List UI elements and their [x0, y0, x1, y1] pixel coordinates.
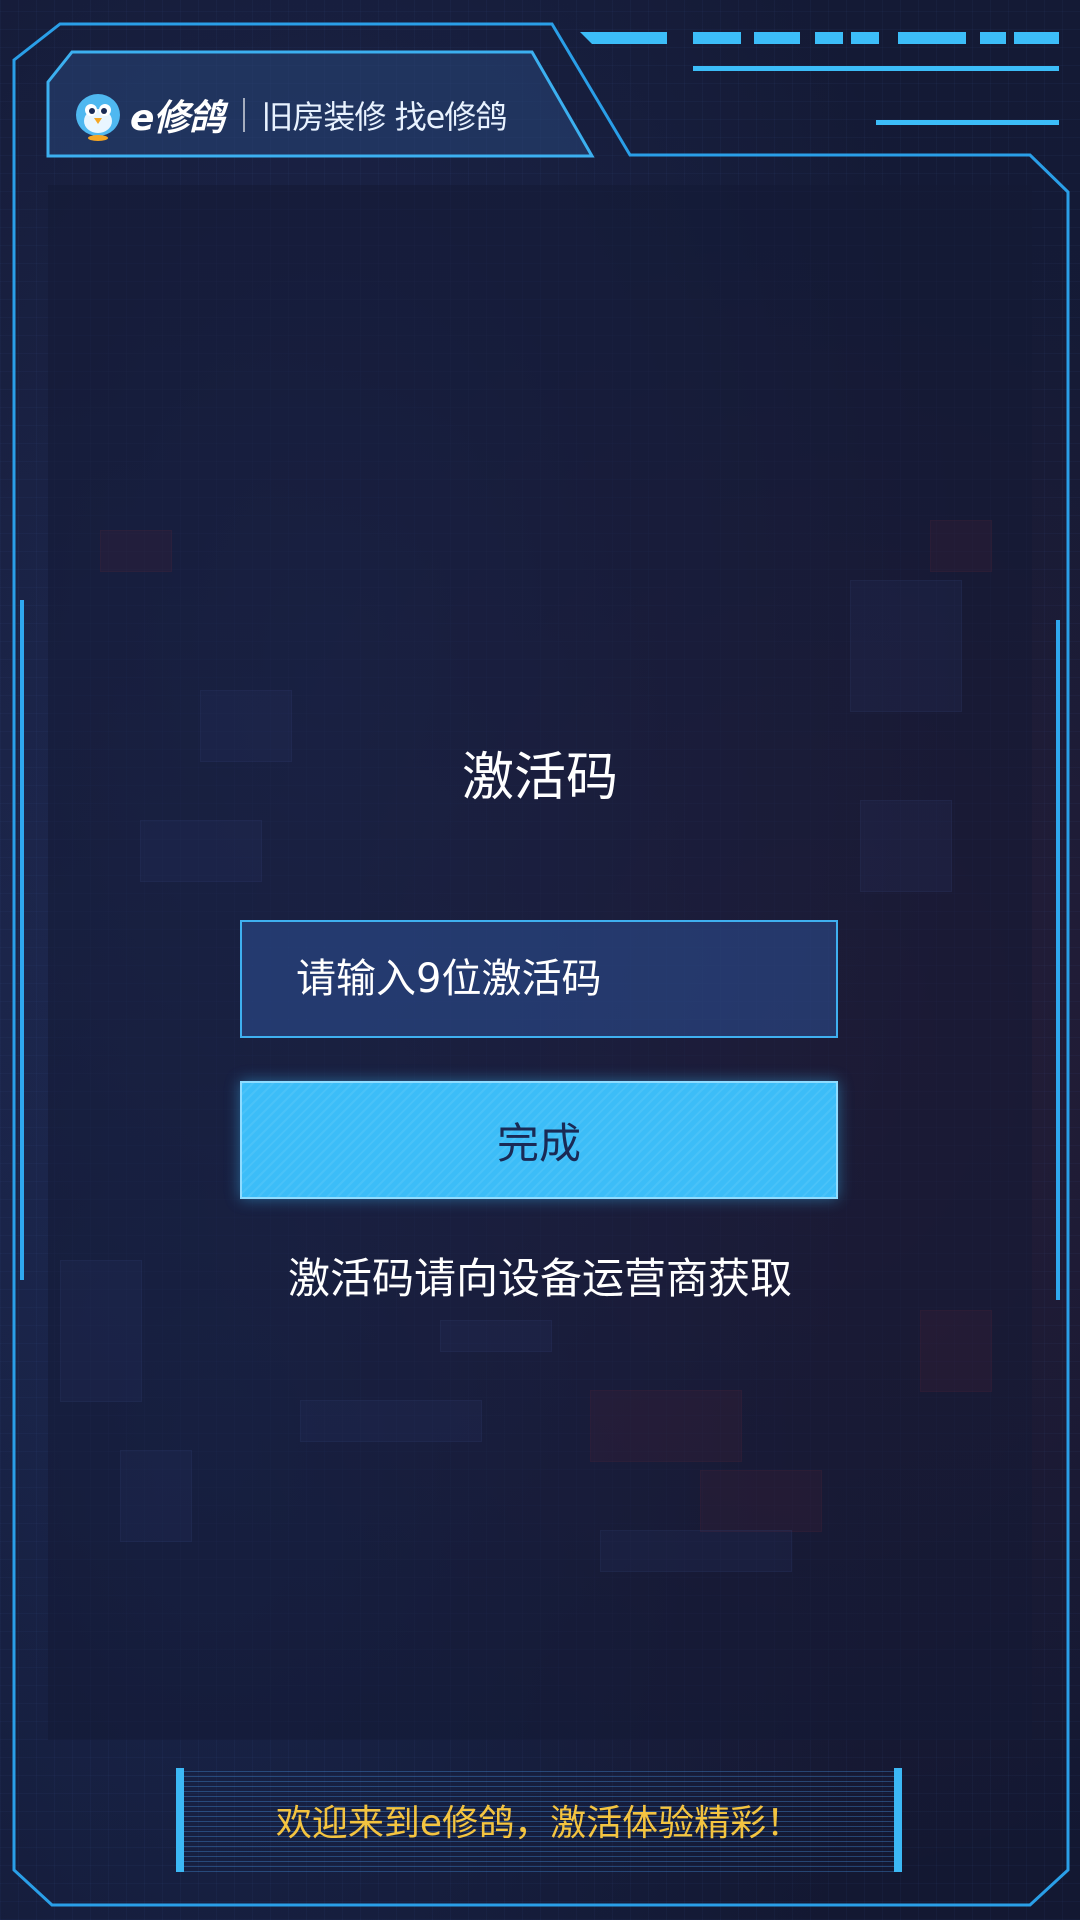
pigeon-logo-icon — [72, 89, 124, 141]
activation-hint: 激活码请向设备运营商获取 — [287, 1254, 792, 1303]
brand-header: e修鸽 旧房装修 找e修鸽 — [72, 70, 507, 160]
page-title: 激活码 — [461, 748, 618, 808]
footer-banner: 欢迎来到e修鸽，激活体验精彩！ — [176, 1768, 902, 1872]
welcome-text: 欢迎来到e修鸽，激活体验精彩！ — [275, 1803, 803, 1844]
brand-name: e修鸽 — [130, 98, 224, 139]
brand-slogan: 旧房装修 找e修鸽 — [261, 98, 507, 136]
submit-button[interactable]: 完成 — [240, 1081, 838, 1199]
brand-divider — [243, 98, 246, 132]
activation-code-input[interactable] — [240, 920, 838, 1038]
